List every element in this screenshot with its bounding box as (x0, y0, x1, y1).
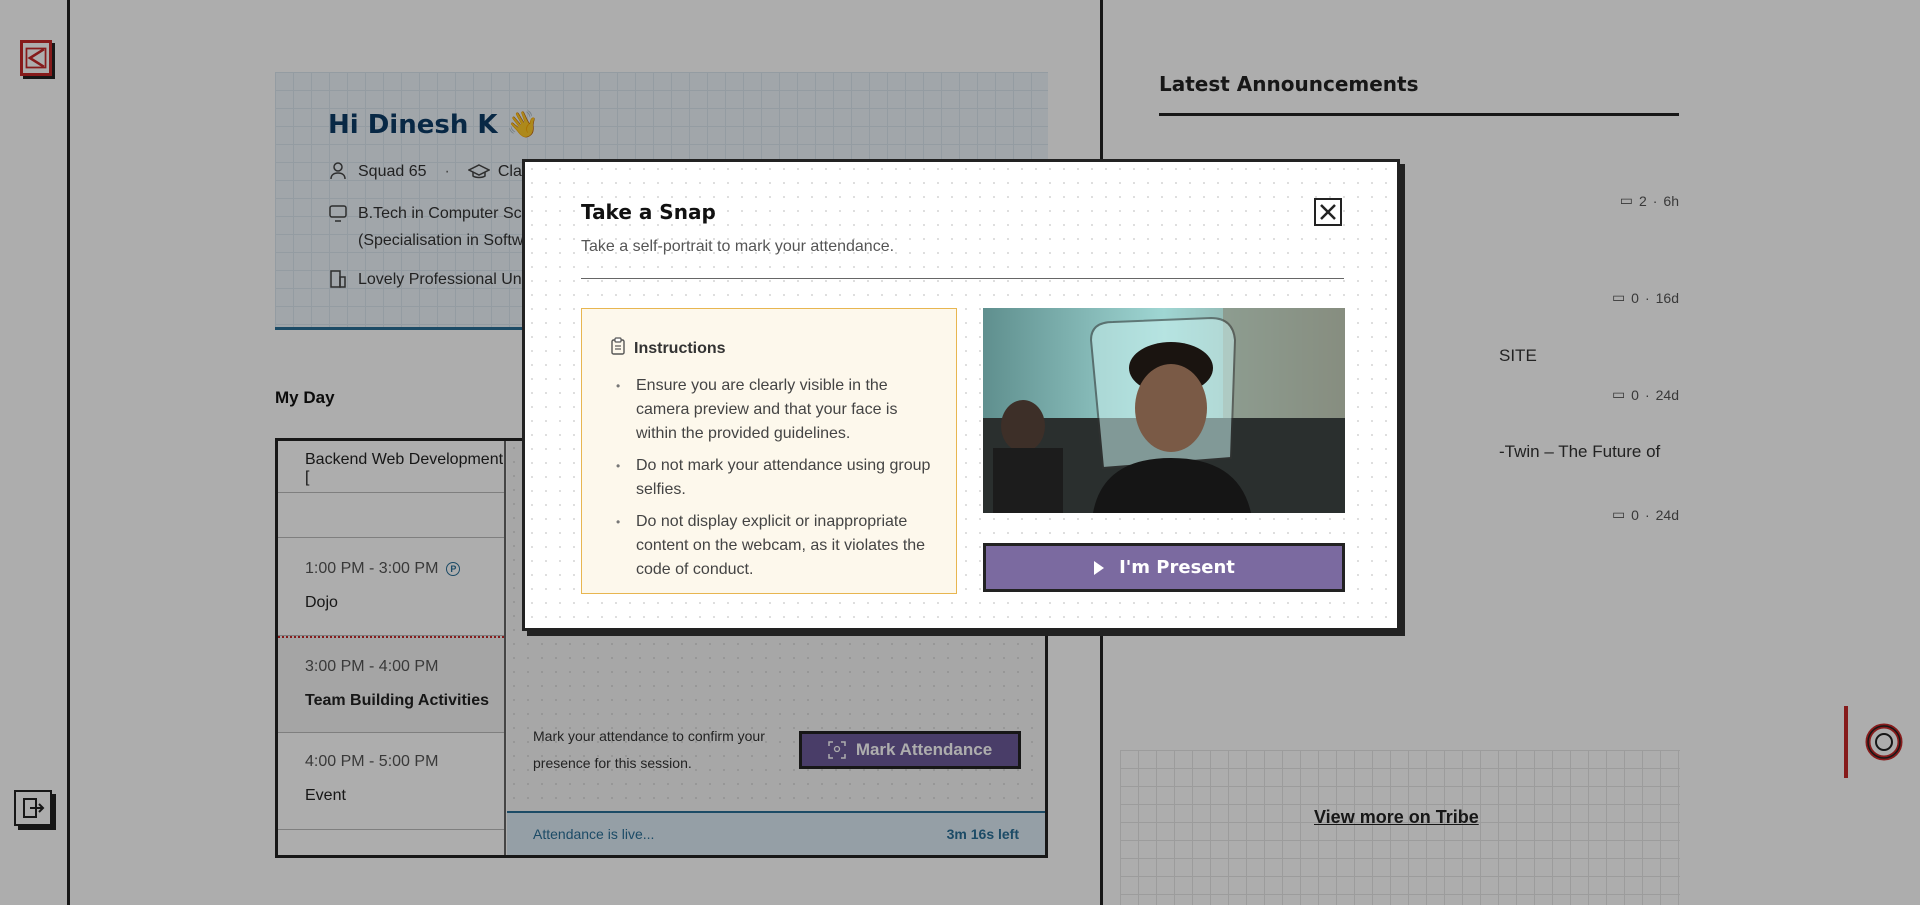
take-snap-modal: Take a Snap Take a self-portrait to mark… (522, 159, 1400, 631)
im-present-label: I'm Present (1119, 557, 1235, 578)
instructions-list: Ensure you are clearly visible in the ca… (610, 374, 934, 582)
modal-subtitle: Take a self-portrait to mark your attend… (581, 238, 895, 255)
play-icon (1094, 560, 1105, 575)
instructions-title: Instructions (634, 339, 726, 357)
clipboard-icon (610, 337, 626, 360)
close-icon[interactable] (1314, 198, 1342, 226)
instruction-item: Do not display explicit or inappropriate… (610, 510, 934, 582)
im-present-button[interactable]: I'm Present (983, 543, 1345, 592)
camera-preview (983, 308, 1345, 513)
instruction-item: Do not mark your attendance using group … (610, 454, 934, 502)
modal-divider (581, 278, 1344, 279)
modal-title: Take a Snap (581, 200, 716, 224)
instruction-item: Ensure you are clearly visible in the ca… (610, 374, 934, 446)
instructions-box: Instructions Ensure you are clearly visi… (581, 308, 957, 594)
